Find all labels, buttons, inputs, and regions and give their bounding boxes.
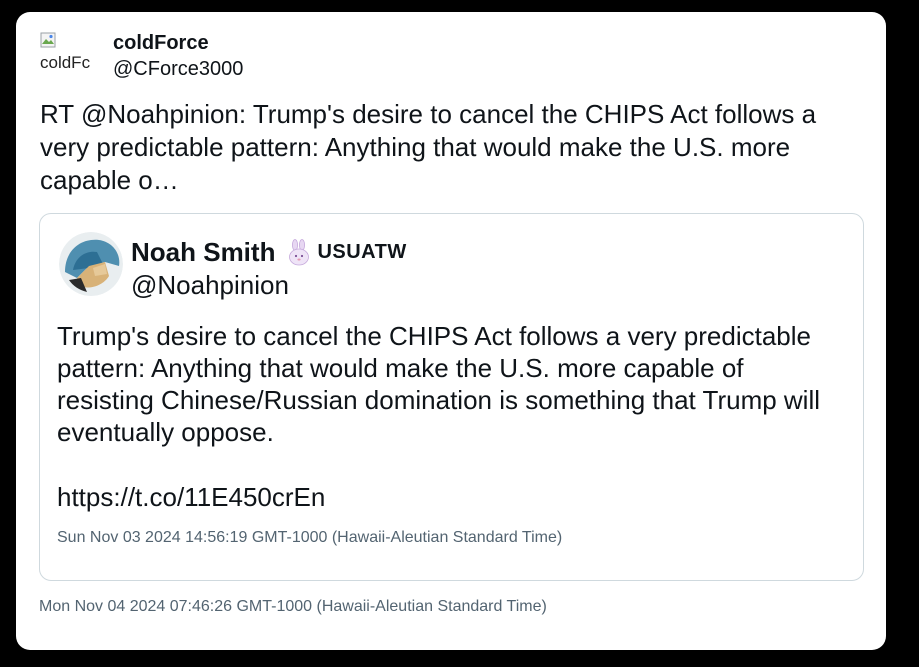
author-display-name[interactable]: coldForce — [113, 32, 209, 55]
quoted-tweet[interactable]: Noah Smith USUATW @Noahpinion Trump's de… — [39, 213, 864, 581]
quoted-tweet-text: Trump's desire to cancel the CHIPS Act f… — [57, 321, 821, 447]
bunny-icon — [289, 238, 310, 265]
tweet-timestamp: Mon Nov 04 2024 07:46:26 GMT-1000 (Hawai… — [39, 598, 547, 615]
avatar-alt-text: coldFc — [40, 53, 91, 72]
author-handle[interactable]: @CForce3000 — [113, 58, 243, 81]
tweet-card: coldFc coldForce @CForce3000 RT @Noahpin… — [16, 12, 886, 650]
quoted-tweet-link[interactable]: https://t.co/11E450crEn — [57, 482, 325, 513]
helmet-avatar-icon — [59, 232, 123, 296]
quoted-avatar[interactable] — [59, 232, 123, 296]
tweet-text: RT @Noahpinion: Trump's desire to cancel… — [40, 99, 817, 195]
quoted-author-name-text: Noah Smith — [131, 237, 276, 267]
quoted-author-handle[interactable]: @Noahpinion — [131, 270, 289, 301]
quoted-tweet-timestamp: Sun Nov 03 2024 14:56:19 GMT-1000 (Hawai… — [57, 529, 563, 546]
avatar[interactable]: coldFc — [40, 32, 104, 76]
author-badge-text: USUATW — [317, 241, 407, 263]
quoted-author-display-name[interactable]: Noah Smith USUATW — [131, 237, 407, 268]
broken-image-icon — [40, 32, 56, 48]
author-badge: USUATW — [285, 238, 407, 267]
